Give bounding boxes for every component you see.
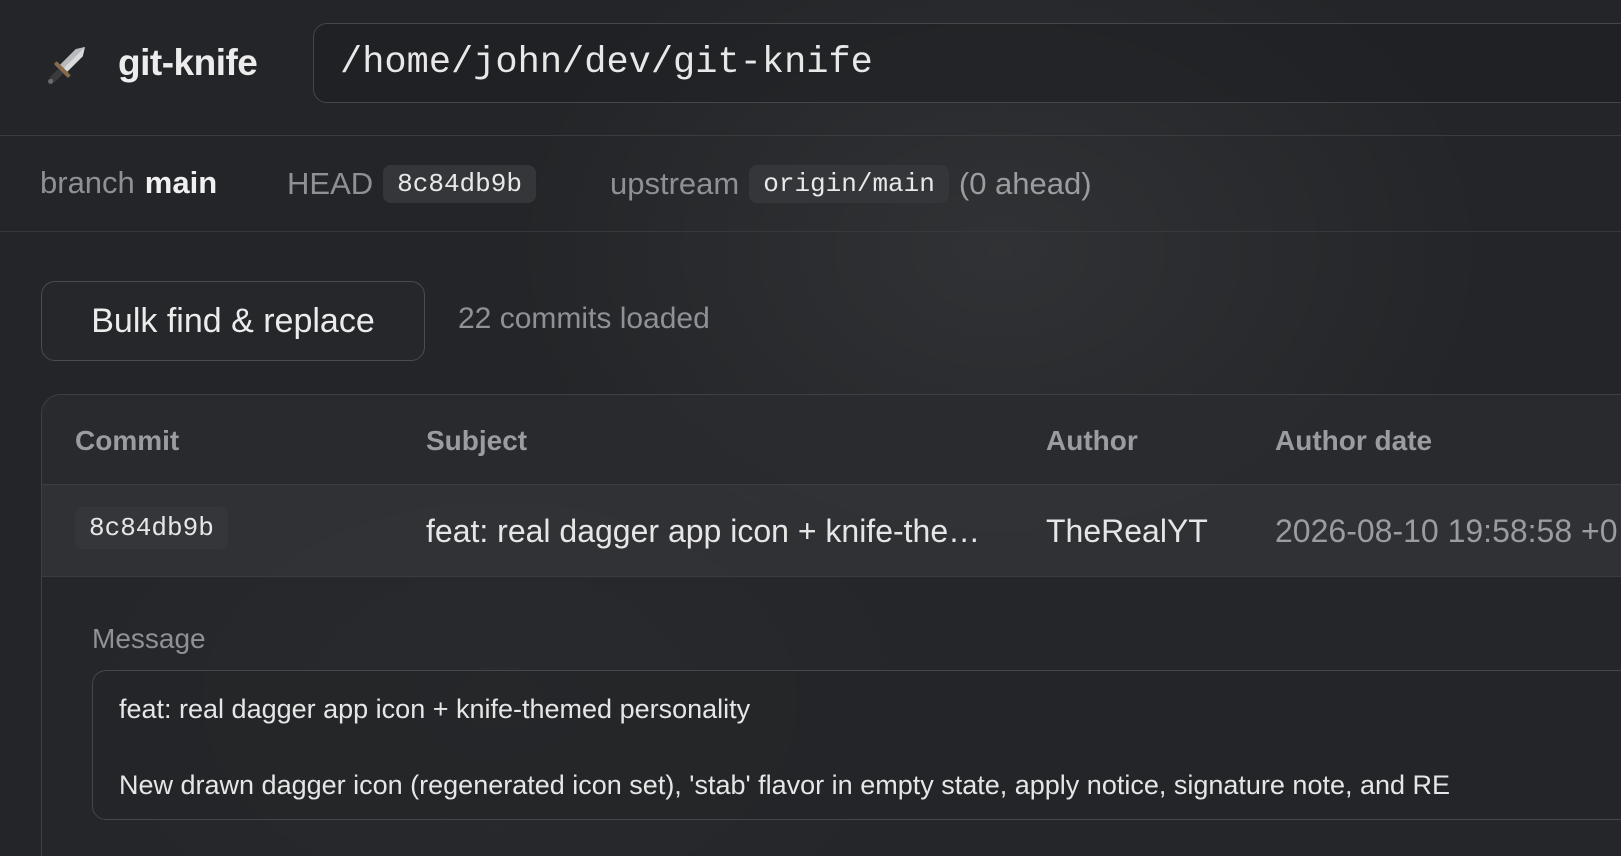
commit-date: 2026-08-10 19:58:58 +0 (1275, 513, 1618, 549)
column-header-commit[interactable]: Commit (75, 425, 179, 457)
dagger-icon (48, 47, 85, 84)
head-hash-chip: 8c84db9b (383, 165, 536, 203)
table-row[interactable]: 8c84db9b feat: real dagger app icon + kn… (42, 485, 1621, 577)
repo-info-bar: branch main HEAD 8c84db9b upstream origi… (0, 137, 1621, 232)
column-header-author[interactable]: Author (1046, 425, 1138, 457)
commit-message-box[interactable]: feat: real dagger app icon + knife-theme… (92, 670, 1621, 820)
bulk-find-replace-button[interactable]: Bulk find & replace (41, 281, 425, 361)
upstream-chip: origin/main (749, 165, 949, 203)
commit-author: TheRealYT (1046, 513, 1208, 549)
table-header: Commit Subject Author Author date (42, 395, 1621, 485)
ahead-count: (0 ahead) (958, 166, 1092, 201)
top-bar: git-knife (0, 0, 1621, 136)
upstream-label: upstream (610, 166, 740, 201)
head-label: HEAD (287, 166, 374, 201)
commit-subject: feat: real dagger app icon + knife-theme… (426, 513, 986, 549)
branch-info: branch main (40, 165, 217, 201)
commit-hash-chip: 8c84db9b (75, 507, 228, 549)
column-header-author-date[interactable]: Author date (1275, 425, 1432, 457)
upstream-info: upstream origin/main (0 ahead) (610, 165, 1092, 203)
branch-label: branch (40, 165, 135, 200)
commits-table: Commit Subject Author Author date 8c84db… (41, 394, 1621, 856)
repo-path-input[interactable] (313, 23, 1621, 103)
column-header-subject[interactable]: Subject (426, 425, 527, 457)
message-label: Message (92, 623, 206, 654)
commits-loaded-count: 22 commits loaded (458, 302, 710, 335)
head-info: HEAD 8c84db9b (287, 165, 536, 203)
app-title: git-knife (118, 42, 258, 83)
branch-value: main (144, 165, 218, 200)
